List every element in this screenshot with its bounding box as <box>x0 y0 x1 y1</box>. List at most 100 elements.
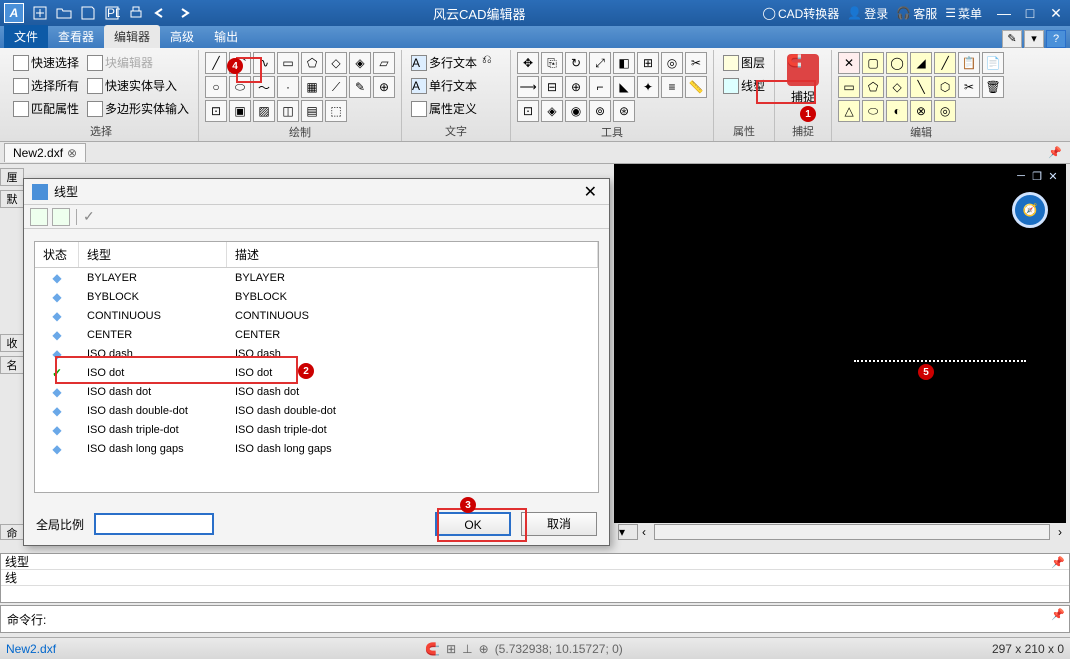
tab-viewer[interactable]: 查看器 <box>48 25 104 48</box>
side-panel-default[interactable]: 默 <box>0 190 24 208</box>
draw-tool3-icon[interactable]: ⊕ <box>373 76 395 98</box>
tool-extend-icon[interactable]: ⟶ <box>517 76 539 98</box>
tool-array-icon[interactable]: ⊞ <box>637 52 659 74</box>
edit-9-icon[interactable]: ⬡ <box>934 76 956 98</box>
tool-trim-icon[interactable]: ✂ <box>685 52 707 74</box>
undo-icon[interactable] <box>149 2 171 24</box>
draw-image-icon[interactable]: ▨ <box>253 100 275 122</box>
col-linetype[interactable]: 线型 <box>79 242 227 267</box>
canvas-restore-icon[interactable]: ❐ <box>1030 170 1044 184</box>
linetype-list[interactable]: 状态 线型 描述 ◆BYLAYERBYLAYER◆BYBLOCKBYBLOCK◆… <box>34 241 599 493</box>
draw-polygon-icon[interactable]: ⬠ <box>301 52 323 74</box>
tool-misc5-icon[interactable]: ⊛ <box>613 100 635 122</box>
list-item[interactable]: ◆BYBLOCKBYBLOCK <box>35 287 598 306</box>
dlg-apply-icon[interactable]: ✓ <box>83 208 95 225</box>
list-item[interactable]: ✓ISO dotISO dot <box>35 363 598 382</box>
tool-mirror-icon[interactable]: ◧ <box>613 52 635 74</box>
edit-8-icon[interactable]: ╲ <box>910 76 932 98</box>
list-item[interactable]: ◆CENTERCENTER <box>35 325 598 344</box>
canvas-scrollbar[interactable]: ▾ ‹ › <box>614 523 1066 541</box>
dropdown-icon[interactable]: ▾ <box>1024 30 1044 48</box>
col-status[interactable]: 状态 <box>35 242 79 267</box>
list-item[interactable]: ◆ISO dashISO dash <box>35 344 598 363</box>
draw-circle-icon[interactable]: ○ <box>205 76 227 98</box>
tool-chamfer-icon[interactable]: ◣ <box>613 76 635 98</box>
pin-icon[interactable]: 📌 <box>1048 146 1062 159</box>
edit-1-icon[interactable]: ▢ <box>862 52 884 74</box>
draw-shape1-icon[interactable]: ◇ <box>325 52 347 74</box>
status-ortho-icon[interactable]: ⊥ <box>462 642 472 656</box>
draw-table-icon[interactable]: ◫ <box>277 100 299 122</box>
cad-converter-link[interactable]: ◯CAD转换器 <box>763 5 840 22</box>
canvas[interactable]: ─ ❐ ✕ 🧭 ▾ ‹ › <box>614 164 1066 541</box>
side-panel-3[interactable]: 名 <box>0 356 24 374</box>
ok-button[interactable]: OK <box>435 512 511 536</box>
list-item[interactable]: ◆ISO dash double-dotISO dash double-dot <box>35 401 598 420</box>
tool-move-icon[interactable]: ✥ <box>517 52 539 74</box>
dlg-save-icon[interactable] <box>52 208 70 226</box>
edit-2-icon[interactable]: ◯ <box>886 52 908 74</box>
pager-dropdown[interactable]: ▾ <box>618 524 638 540</box>
edit-7-icon[interactable]: ◇ <box>886 76 908 98</box>
dialog-close-icon[interactable]: ✕ <box>580 182 601 202</box>
doc-tab-close-icon[interactable]: ⊗ <box>67 146 77 160</box>
status-polar-icon[interactable]: ⊕ <box>479 642 489 656</box>
edit-6-icon[interactable]: ⬠ <box>862 76 884 98</box>
draw-region-icon[interactable]: ▤ <box>301 100 323 122</box>
edit-cut-icon[interactable]: ✂ <box>958 76 980 98</box>
close-button[interactable]: ✕ <box>1046 5 1066 22</box>
text-style-icon[interactable]: ⎌ <box>482 52 504 74</box>
save-icon[interactable] <box>77 2 99 24</box>
tab-output[interactable]: 输出 <box>204 25 248 48</box>
open-file-icon[interactable] <box>53 2 75 24</box>
tab-advanced[interactable]: 高级 <box>160 25 204 48</box>
draw-block-icon[interactable]: ▣ <box>229 100 251 122</box>
tool-join-icon[interactable]: ⊕ <box>565 76 587 98</box>
draw-line-icon[interactable]: ╱ <box>205 52 227 74</box>
edit-14-icon[interactable]: ◎ <box>934 100 956 122</box>
list-item[interactable]: ◆ISO dash triple-dotISO dash triple-dot <box>35 420 598 439</box>
side-panel-4[interactable]: 命 <box>0 524 24 540</box>
minimize-button[interactable]: — <box>994 5 1014 22</box>
edit-4-icon[interactable]: ╱ <box>934 52 956 74</box>
toolbar-options-icon[interactable]: ✎ <box>1002 30 1022 48</box>
select-all-button[interactable]: 选择所有 <box>10 75 82 96</box>
tool-offset-icon[interactable]: ◎ <box>661 52 683 74</box>
linetype-button[interactable]: 线型 <box>720 75 768 96</box>
command-panel[interactable]: 命令行: 📌 <box>0 605 1070 633</box>
edit-5-icon[interactable]: ▭ <box>838 76 860 98</box>
layers-button[interactable]: 图层 <box>720 52 768 73</box>
side-panel-2[interactable]: 收 <box>0 334 24 352</box>
list-item[interactable]: ◆ISO dash long gapsISO dash long gaps <box>35 439 598 458</box>
block-editor-button[interactable]: 块编辑器 <box>84 52 192 73</box>
draw-shape3-icon[interactable]: ▱ <box>373 52 395 74</box>
fast-import-button[interactable]: 快速实体导入 <box>84 75 192 96</box>
draw-shape2-icon[interactable]: ◈ <box>349 52 371 74</box>
tool-copy-icon[interactable]: ⎘ <box>541 52 563 74</box>
draw-rect-icon[interactable]: ▭ <box>277 52 299 74</box>
view-cube-icon[interactable]: 🧭 <box>1012 192 1048 228</box>
draw-polyline-icon[interactable]: ∿ <box>253 52 275 74</box>
tool-measure-icon[interactable]: 📏 <box>685 76 707 98</box>
tool-break-icon[interactable]: ⊟ <box>541 76 563 98</box>
help-icon[interactable]: ? <box>1046 30 1066 48</box>
draw-spline-icon[interactable]: ～ <box>253 76 275 98</box>
draw-dim-icon[interactable]: ⊡ <box>205 100 227 122</box>
canvas-min-icon[interactable]: ─ <box>1014 170 1028 184</box>
edit-12-icon[interactable]: ◐ <box>886 100 908 122</box>
snap-button[interactable]: 🧲 捕捉 <box>781 52 825 107</box>
prop-line-row[interactable]: 线 <box>1 570 1069 586</box>
tool-rotate-icon[interactable]: ↻ <box>565 52 587 74</box>
single-text-button[interactable]: A单行文本 <box>408 75 480 96</box>
tool-explode-icon[interactable]: ✦ <box>637 76 659 98</box>
scale-input[interactable] <box>94 513 214 535</box>
tool-fillet-icon[interactable]: ⌐ <box>589 76 611 98</box>
tab-editor[interactable]: 编辑器 <box>104 25 160 48</box>
maximize-button[interactable]: □ <box>1020 5 1040 22</box>
prop-pin-icon[interactable]: 📌 <box>1051 556 1065 569</box>
draw-ellipse-icon[interactable]: ⬭ <box>229 76 251 98</box>
draw-misc-icon[interactable]: ⬚ <box>325 100 347 122</box>
edit-paste-icon[interactable]: 📄 <box>982 52 1004 74</box>
tool-align-icon[interactable]: ≡ <box>661 76 683 98</box>
list-item[interactable]: ◆ISO dash dotISO dash dot <box>35 382 598 401</box>
